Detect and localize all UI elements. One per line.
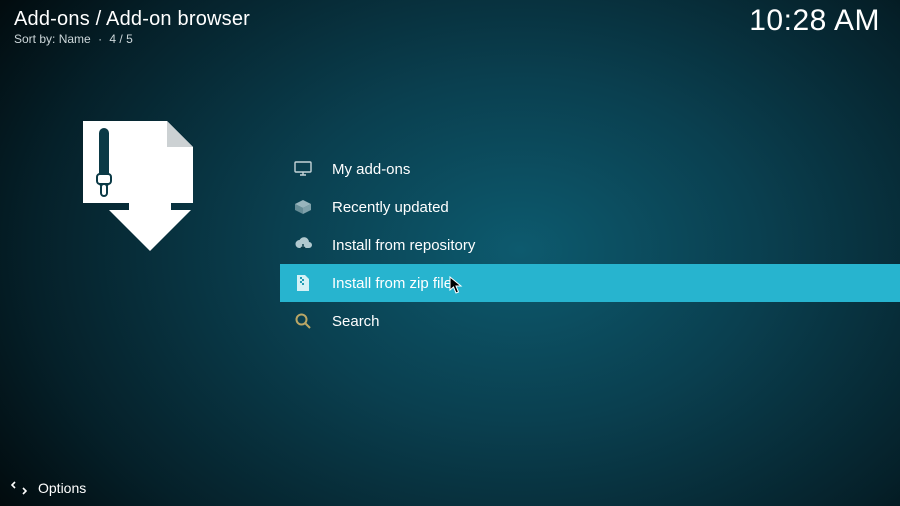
menu-install-repository[interactable]: Install from repository [280,226,900,264]
options-label: Options [38,480,86,496]
menu-item-label: Install from repository [332,237,475,254]
zip-file-icon [292,274,314,292]
box-icon [292,199,314,215]
sidebar [0,0,280,506]
menu-recently-updated[interactable]: Recently updated [280,188,900,226]
cloud-download-icon [292,237,314,253]
menu-search[interactable]: Search [280,302,900,340]
menu-item-label: My add-ons [332,161,410,178]
options-button[interactable]: Options [10,480,86,496]
options-icon [10,481,28,495]
menu-item-label: Search [332,313,380,330]
monitor-icon [292,161,314,177]
menu-list: My add-ons Recently updated Install from… [280,150,900,340]
menu-item-label: Recently updated [332,199,449,216]
search-icon [292,312,314,330]
clock: 10:28 AM [749,4,880,38]
download-zip-illustration [75,118,205,253]
menu-item-label: Install from zip file [332,275,452,292]
menu-my-addons[interactable]: My add-ons [280,150,900,188]
menu-install-zip[interactable]: Install from zip file [280,264,900,302]
